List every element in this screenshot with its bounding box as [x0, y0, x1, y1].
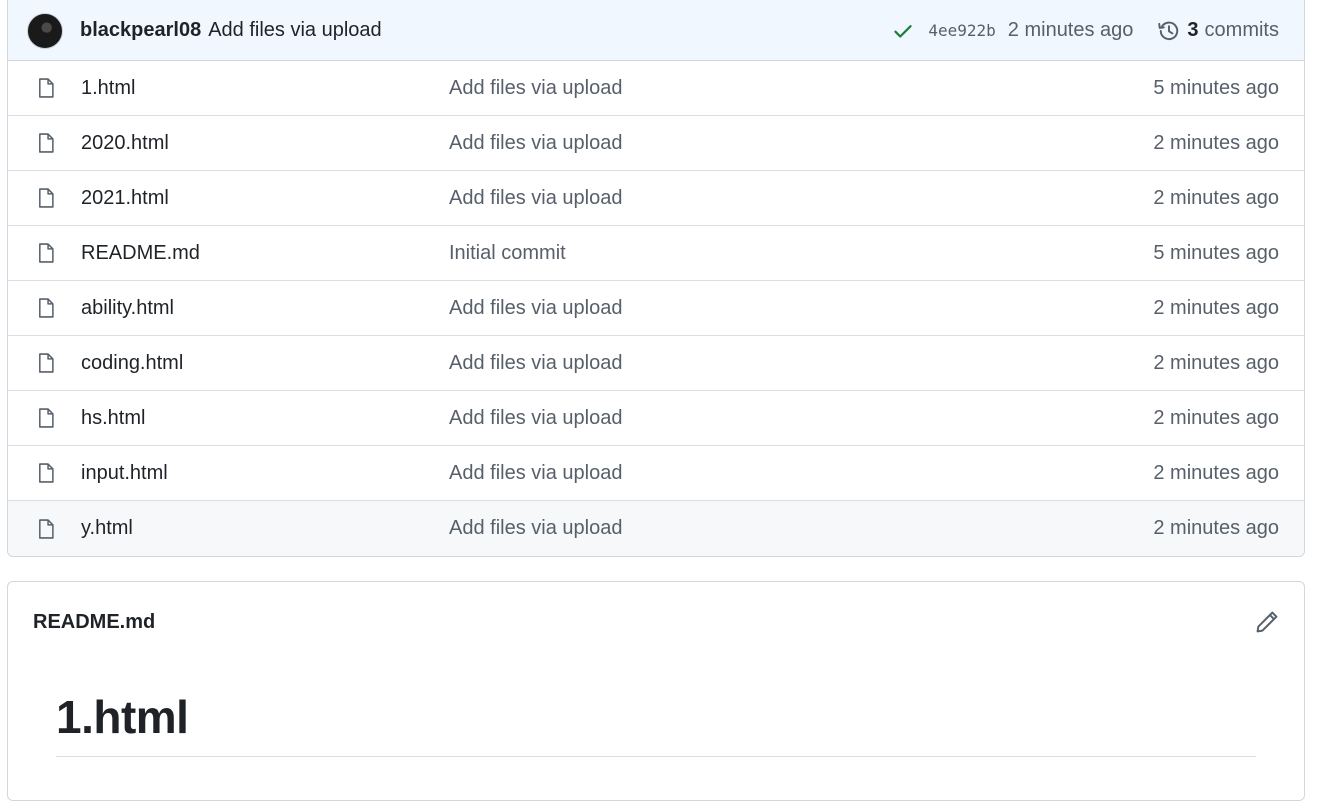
- file-name-link[interactable]: 2021.html: [81, 187, 449, 210]
- readme-header: README.md: [8, 582, 1304, 662]
- file-row[interactable]: 2020.html Add files via upload 2 minutes…: [8, 116, 1304, 171]
- check-icon[interactable]: [892, 20, 914, 42]
- file-icon: [35, 242, 57, 264]
- file-row[interactable]: 2021.html Add files via upload 2 minutes…: [8, 171, 1304, 226]
- file-commit-message-link[interactable]: Add files via upload: [449, 297, 622, 320]
- file-row[interactable]: hs.html Add files via upload 2 minutes a…: [8, 391, 1304, 446]
- file-icon: [35, 187, 57, 209]
- file-commit-message-link[interactable]: Add files via upload: [449, 187, 622, 210]
- file-commit-message-link[interactable]: Add files via upload: [449, 132, 622, 155]
- readme-title-link[interactable]: README.md: [33, 611, 155, 634]
- file-age: 2 minutes ago: [1153, 461, 1279, 484]
- file-age: 2 minutes ago: [1153, 296, 1279, 319]
- file-age: 2 minutes ago: [1153, 517, 1279, 539]
- commit-time: 2 minutes ago: [1007, 19, 1134, 41]
- latest-commit-bar: blackpearl08 Add files via upload 4ee922…: [8, 0, 1304, 61]
- file-row[interactable]: ability.html Add files via upload 2 minu…: [8, 281, 1304, 336]
- pencil-icon[interactable]: [1254, 609, 1280, 635]
- file-row[interactable]: README.md Initial commit 5 minutes ago: [8, 226, 1304, 281]
- commit-count: 3: [1187, 19, 1199, 41]
- file-name-link[interactable]: y.html: [81, 517, 449, 540]
- readme-box: README.md 1.html: [7, 581, 1305, 801]
- file-name-link[interactable]: ability.html: [81, 297, 449, 320]
- file-name-link[interactable]: README.md: [81, 242, 449, 265]
- file-age: 2 minutes ago: [1153, 351, 1279, 374]
- file-age: 2 minutes ago: [1153, 406, 1279, 429]
- commit-sha-link[interactable]: 4ee922b: [928, 21, 995, 40]
- file-age: 5 minutes ago: [1153, 241, 1279, 264]
- file-icon: [35, 352, 57, 374]
- commit-message-link[interactable]: Add files via upload: [208, 19, 381, 42]
- file-age: 2 minutes ago: [1153, 131, 1279, 154]
- file-icon: [35, 407, 57, 429]
- file-row[interactable]: input.html Add files via upload 2 minute…: [8, 446, 1304, 501]
- file-commit-message-link[interactable]: Add files via upload: [449, 407, 622, 430]
- file-commit-message-link[interactable]: Initial commit: [449, 242, 566, 265]
- readme-body: 1.html: [8, 662, 1304, 757]
- file-list-box: blackpearl08 Add files via upload 4ee922…: [7, 0, 1305, 557]
- commits-label: commits: [1204, 19, 1279, 41]
- readme-heading: 1.html: [56, 662, 1256, 757]
- file-rows: 1.html Add files via upload 5 minutes ag…: [8, 61, 1304, 556]
- file-row[interactable]: coding.html Add files via upload 2 minut…: [8, 336, 1304, 391]
- file-commit-message-link[interactable]: Add files via upload: [449, 462, 622, 485]
- file-name-link[interactable]: 2020.html: [81, 132, 449, 155]
- commits-history-link[interactable]: 3 commits: [1157, 19, 1279, 43]
- file-name-link[interactable]: hs.html: [81, 407, 449, 430]
- file-icon: [35, 77, 57, 99]
- file-icon: [35, 462, 57, 484]
- file-age: 2 minutes ago: [1153, 186, 1279, 209]
- file-icon: [35, 518, 57, 540]
- file-icon: [35, 297, 57, 319]
- commit-author-link[interactable]: blackpearl08: [80, 19, 201, 42]
- file-name-link[interactable]: coding.html: [81, 352, 449, 375]
- file-name-link[interactable]: input.html: [81, 462, 449, 485]
- file-icon: [35, 132, 57, 154]
- file-name-link[interactable]: 1.html: [81, 77, 449, 100]
- file-commit-message-link[interactable]: Add files via upload: [449, 517, 622, 540]
- file-row[interactable]: y.html Add files via upload 2 minutes ag…: [8, 501, 1304, 556]
- history-icon: [1157, 19, 1181, 43]
- file-commit-message-link[interactable]: Add files via upload: [449, 77, 622, 100]
- commit-meta: 4ee922b 2 minutes ago 3 commits: [892, 19, 1279, 43]
- avatar[interactable]: [27, 12, 63, 49]
- file-age: 5 minutes ago: [1153, 76, 1279, 99]
- file-row[interactable]: 1.html Add files via upload 5 minutes ag…: [8, 61, 1304, 116]
- file-commit-message-link[interactable]: Add files via upload: [449, 352, 622, 375]
